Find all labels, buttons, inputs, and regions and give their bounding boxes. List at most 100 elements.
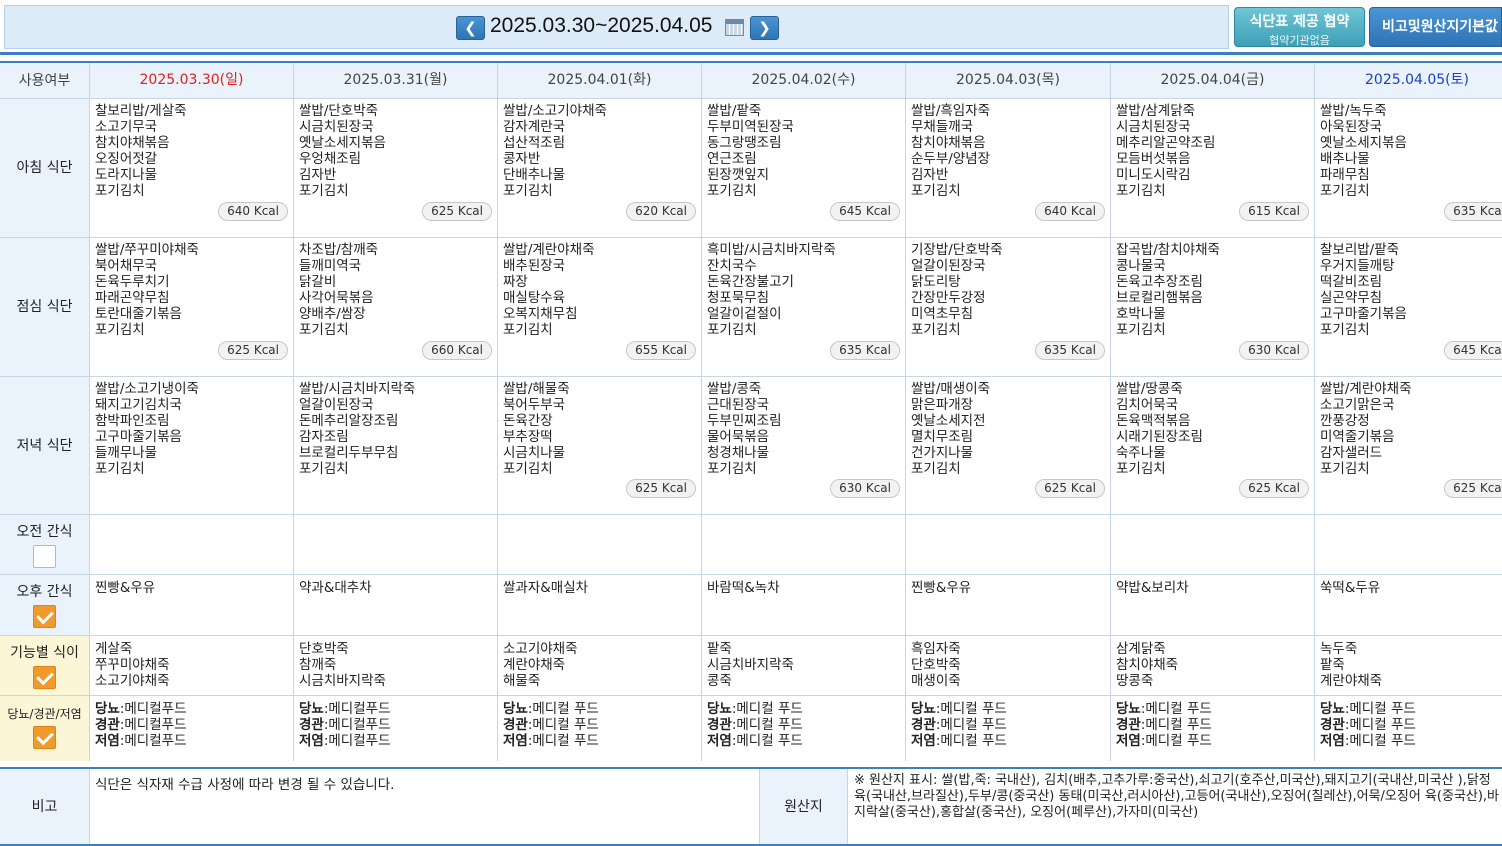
menu-item: 건가지나물 — [911, 445, 974, 461]
menu-agreement-button[interactable]: 식단표 제공 협약 협약기관없음 — [1234, 7, 1365, 47]
checked-checkbox-icon[interactable] — [33, 605, 56, 628]
diet-key: 당뇨 — [95, 701, 120, 717]
menu-item: 부추장떡 — [503, 429, 553, 445]
menu-cell[interactable]: 찐빵&우유 — [90, 575, 294, 635]
day-header[interactable]: 2025.04.02(수) — [702, 63, 906, 98]
diet-key: 저염 — [1116, 733, 1141, 749]
row-functional: 기능별 식이 게살죽 쭈꾸미야채죽 소고기야채죽 단호박죽 참깨죽 시금치바지락죽 소고기야채… — [0, 636, 1502, 696]
menu-cell[interactable]: 쌀밥/계란야채죽 배추된장국 짜장 매실탕수육 오복지채무침 포기김치 655 Kcal — [498, 238, 702, 376]
checked-checkbox-icon[interactable] — [33, 726, 56, 749]
menu-cell[interactable]: 당뇨:메디컬푸드 경관:메디컬푸드 저염:메디컬푸드 — [90, 696, 294, 761]
menu-cell[interactable]: 쌀밥/콩죽 근대된장국 두부민찌조림 물어묵볶음 청경채나물 포기김치 630 Kcal — [702, 377, 906, 514]
menu-item: 포기김치 — [1320, 322, 1370, 338]
menu-cell[interactable] — [906, 515, 1111, 574]
menu-cell[interactable]: 찰보리밥/게살죽 소고기무국 참치야채볶음 오징어젓갈 도라지나물 포기김치 640 Kca… — [90, 99, 294, 237]
menu-item: 포기김치 — [1320, 461, 1370, 477]
menu-cell[interactable]: 쌀밥/녹두죽 아욱된장국 옛날소세지볶음 배추나물 파래무침 포기김치 635 Kcal — [1315, 99, 1502, 237]
menu-cell[interactable]: 쌀밥/땅콩죽 김치어묵국 돈육맥적볶음 시래기된장조림 숙주나물 포기김치 625 Kcal — [1111, 377, 1315, 514]
day-header[interactable]: 2025.04.03(목) — [906, 63, 1111, 98]
menu-cell[interactable] — [702, 515, 906, 574]
menu-cell[interactable]: 찰보리밥/팥죽 우거지들깨탕 떡갈비조림 실곤약무침 고구마줄기볶음 포기김치 645 Kc… — [1315, 238, 1502, 376]
menu-cell[interactable]: 약밥&보리차 — [1111, 575, 1315, 635]
menu-cell[interactable]: 쌀과자&매실차 — [498, 575, 702, 635]
kcal-badge: 625 Kcal — [626, 479, 696, 498]
menu-cell[interactable]: 잡곡밥/참치야채죽 콩나물국 돈육고추장조림 브로컬리햄볶음 호박나물 포기김치 630 K… — [1111, 238, 1315, 376]
menu-item: 쌀밥/계란야채죽 — [1320, 381, 1412, 397]
origin-text[interactable]: ※ 원산지 표시: 쌀(밥,죽: 국내산), 김치(배추,고추가루:중국산),쇠… — [848, 769, 1502, 844]
menu-item: 두부민찌조림 — [707, 413, 782, 429]
chevron-right-icon[interactable]: ❯ — [750, 16, 779, 40]
menu-cell[interactable]: 쌀밥/흑임자죽 무채들깨국 참치야채볶음 순두부/양념장 김자반 포기김치 640 Kcal — [906, 99, 1111, 237]
menu-cell[interactable]: 쌀밥/시금치바지락죽 얼갈이된장국 돈메추리알장조림 감자조림 브로컬리두부무침 포기김치 — [294, 377, 498, 514]
menu-item: 삼계닭죽 — [1116, 641, 1166, 657]
menu-cell[interactable]: 쌀밥/팥죽 두부미역된장국 동그랑땡조림 연근조림 된장깻잎지 포기김치 645 Kcal — [702, 99, 906, 237]
chevron-left-icon[interactable]: ❮ — [456, 16, 485, 40]
menu-cell[interactable]: 단호박죽 참깨죽 시금치바지락죽 — [294, 636, 498, 695]
menu-cell[interactable]: 당뇨:메디컬 푸드 경관:메디컬 푸드 저염:메디컬 푸드 — [1315, 696, 1502, 761]
menu-cell[interactable] — [498, 515, 702, 574]
menu-cell[interactable] — [1315, 515, 1502, 574]
menu-cell[interactable] — [294, 515, 498, 574]
menu-item: 김자반 — [911, 167, 949, 183]
diet-key: 당뇨 — [503, 701, 528, 717]
checked-checkbox-icon[interactable] — [33, 666, 56, 689]
menu-cell[interactable]: 당뇨:메디컬 푸드 경관:메디컬 푸드 저염:메디컬 푸드 — [702, 696, 906, 761]
menu-cell[interactable]: 소고기야채죽 계란야채죽 해물죽 — [498, 636, 702, 695]
diet-key: 경관 — [1320, 717, 1345, 733]
menu-cell[interactable]: 쌀밥/삼계닭죽 시금치된장국 메추리알곤약조림 모듬버섯볶음 미니도시락김 포기김치 615… — [1111, 99, 1315, 237]
menu-cell[interactable]: 흑임자죽 단호박죽 매생이죽 — [906, 636, 1111, 695]
menu-item: 토란대줄기볶음 — [95, 306, 182, 322]
day-header[interactable]: 2025.03.30(일) — [90, 63, 294, 98]
menu-item: 포기김치 — [707, 322, 757, 338]
menu-cell[interactable]: 녹두죽 팥죽 계란야채죽 — [1315, 636, 1502, 695]
calendar-icon[interactable] — [725, 19, 744, 36]
note-text[interactable]: 식단은 식자재 수급 사정에 따라 변경 될 수 있습니다. — [90, 769, 760, 844]
menu-cell[interactable]: 약과&대추차 — [294, 575, 498, 635]
menu-item: 찰보리밥/팥죽 — [1320, 242, 1400, 258]
menu-cell[interactable] — [90, 515, 294, 574]
menu-cell[interactable]: 쌀밥/계란야채죽 소고기맑은국 깐풍강정 미역줄기볶음 감자샐러드 포기김치 625 Kca… — [1315, 377, 1502, 514]
menu-cell[interactable] — [1111, 515, 1315, 574]
checkbox-icon[interactable] — [33, 545, 56, 568]
menu-cell[interactable]: 차조밥/참깨죽 들깨미역국 닭갈비 사각어묵볶음 양배추/쌈장 포기김치 660 Kcal — [294, 238, 498, 376]
menu-cell[interactable]: 쌀밥/쭈꾸미야채죽 북어채무국 돈육두루치기 파래곤약무침 토란대줄기볶음 포기김치 625… — [90, 238, 294, 376]
diet-key: 경관 — [707, 717, 732, 733]
day-header[interactable]: 2025.04.01(화) — [498, 63, 702, 98]
day-header[interactable]: 2025.04.05(토) — [1315, 63, 1502, 98]
menu-cell[interactable]: 기장밥/단호박죽 얼갈이된장국 닭도리탕 간장만두강정 미역초무침 포기김치 635 Kca… — [906, 238, 1111, 376]
diet-value: :메디컬 푸드 — [1140, 717, 1212, 733]
menu-cell[interactable]: 게살죽 쭈꾸미야채죽 소고기야채죽 — [90, 636, 294, 695]
menu-cell[interactable]: 쌀밥/소고기야채죽 감자계란국 섭산적조림 콩자반 단배추나물 포기김치 620 Kcal — [498, 99, 702, 237]
row-dinner: 저녁 식단 쌀밥/소고기냉이죽 돼지고기김치국 함박파인조림 고구마줄기볶음 들깨무나물 포… — [0, 377, 1502, 515]
menu-item: 아욱된장국 — [1320, 119, 1383, 135]
menu-cell[interactable]: 쑥떡&두유 — [1315, 575, 1502, 635]
menu-cell[interactable]: 쌀밥/단호박죽 시금치된장국 옛날소세지볶음 우엉채조림 김자반 포기김치 625 Kcal — [294, 99, 498, 237]
menu-cell[interactable]: 당뇨:메디컬 푸드 경관:메디컬 푸드 저염:메디컬 푸드 — [498, 696, 702, 761]
menu-cell[interactable]: 당뇨:메디컬 푸드 경관:메디컬 푸드 저염:메디컬 푸드 — [906, 696, 1111, 761]
diet-value: :메디컬 푸드 — [731, 733, 803, 749]
menu-item: 브로컬리햄볶음 — [1116, 290, 1203, 306]
menu-cell[interactable]: 바람떡&녹차 — [702, 575, 906, 635]
day-header[interactable]: 2025.03.31(월) — [294, 63, 498, 98]
menu-cell[interactable]: 쌀밥/소고기냉이죽 돼지고기김치국 함박파인조림 고구마줄기볶음 들깨무나물 포기김치 — [90, 377, 294, 514]
menu-cell[interactable]: 당뇨:메디컬푸드 경관:메디컬푸드 저염:메디컬푸드 — [294, 696, 498, 761]
date-range: 2025.03.30~2025.04.05 — [490, 14, 713, 37]
menu-cell[interactable]: 흑미밥/시금치바지락죽 잔치국수 돈육간장불고기 청포묵무침 얼갈이겉절이 포기김치 635… — [702, 238, 906, 376]
diet-key: 저염 — [299, 733, 324, 749]
diet-key: 경관 — [299, 717, 324, 733]
menu-item: 흑미밥/시금치바지락죽 — [707, 242, 836, 258]
menu-item: 쌀밥/콩죽 — [707, 381, 762, 397]
diet-value: :메디컬 푸드 — [935, 717, 1007, 733]
diet-key: 경관 — [1116, 717, 1141, 733]
menu-item: 물어묵볶음 — [707, 429, 770, 445]
day-header[interactable]: 2025.04.04(금) — [1111, 63, 1315, 98]
menu-cell[interactable]: 쌀밥/매생이죽 맑은파개장 옛날소세지전 멸치무조림 건가지나물 포기김치 625 Kcal — [906, 377, 1111, 514]
menu-cell[interactable]: 쌀밥/해물죽 북어두부국 돈육간장 부추장떡 시금치나물 포기김치 625 Kcal — [498, 377, 702, 514]
menu-cell[interactable]: 찐빵&우유 — [906, 575, 1111, 635]
menu-cell[interactable]: 삼계닭죽 참치야채죽 땅콩죽 — [1111, 636, 1315, 695]
menu-cell[interactable]: 팥죽 시금치바지락죽 콩죽 — [702, 636, 906, 695]
note-origin-default-button[interactable]: 비고및원산지기본값 — [1369, 7, 1502, 47]
menu-cell[interactable]: 당뇨:메디컬 푸드 경관:메디컬 푸드 저염:메디컬 푸드 — [1111, 696, 1315, 761]
menu-item: 짜장 — [503, 274, 528, 290]
row-label-text: 점심 식단 — [16, 299, 73, 315]
